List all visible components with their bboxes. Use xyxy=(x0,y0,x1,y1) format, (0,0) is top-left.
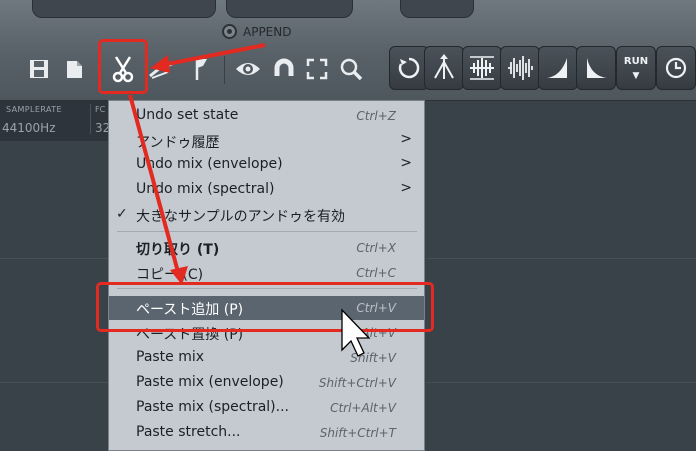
arrowhead-icon xyxy=(170,266,188,285)
arrowhead-icon xyxy=(150,55,170,73)
mouse-cursor-icon xyxy=(341,308,371,357)
arrow-to-scissors xyxy=(161,43,266,67)
annotation-arrows xyxy=(128,43,371,357)
arrow-to-paste-append xyxy=(128,94,180,273)
